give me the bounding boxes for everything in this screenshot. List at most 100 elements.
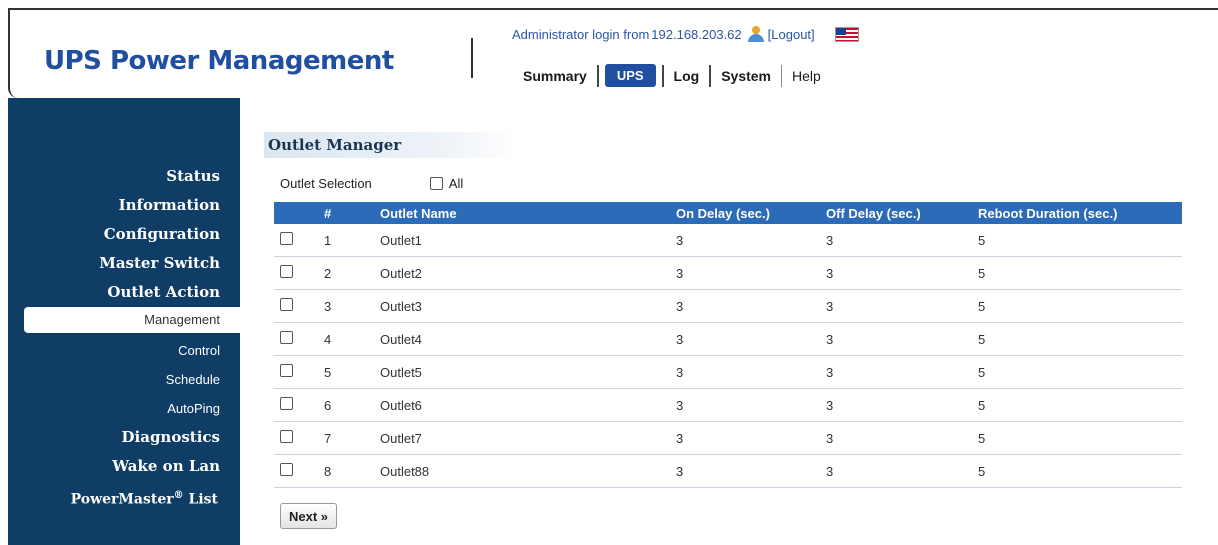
nav-log[interactable]: Log [664, 66, 710, 86]
outlet-name: Outlet4 [374, 322, 670, 356]
reboot-duration: 5 [972, 256, 1182, 290]
login-prefix: Administrator login from [512, 26, 650, 42]
row-checkbox[interactable] [280, 430, 293, 443]
outlet-number: 7 [318, 421, 374, 455]
on-delay: 3 [670, 421, 820, 455]
sidebar-item-wake-on-lan[interactable]: Wake on Lan [8, 452, 240, 481]
sidebar-item-diagnostics[interactable]: Diagnostics [8, 423, 240, 452]
outlet-number: 4 [318, 322, 374, 356]
brand-title: UPS Power Management [44, 46, 394, 76]
off-delay: 3 [820, 322, 972, 356]
outlet-table: # Outlet Name On Delay (sec.) Off Delay … [274, 202, 1182, 488]
off-delay: 3 [820, 224, 972, 257]
on-delay: 3 [670, 355, 820, 389]
outlet-name: Outlet3 [374, 289, 670, 323]
row-checkbox[interactable] [280, 265, 293, 278]
sidebar-item-status[interactable]: Status [8, 162, 240, 191]
select-all-control[interactable]: All [429, 176, 464, 191]
outlet-number: 6 [318, 388, 374, 422]
main-content: Outlet Manager Outlet Selection All # Ou… [240, 98, 1218, 545]
header-select [274, 202, 318, 224]
outlet-number: 5 [318, 355, 374, 389]
table-row[interactable]: 4 Outlet4 3 3 5 [274, 322, 1182, 356]
table-row[interactable]: 2 Outlet2 3 3 5 [274, 256, 1182, 290]
nav-system[interactable]: System [711, 66, 781, 86]
registered-mark: ® [173, 490, 184, 501]
row-checkbox[interactable] [280, 232, 293, 245]
logout-link[interactable]: [Logout] [768, 27, 815, 42]
reboot-duration: 5 [972, 421, 1182, 455]
outlet-name: Outlet2 [374, 256, 670, 290]
sidebar-item-powermaster-list[interactable]: PowerMaster® List [8, 481, 240, 510]
row-checkbox[interactable] [280, 463, 293, 476]
nav-ups[interactable]: UPS [604, 64, 656, 87]
on-delay: 3 [670, 454, 820, 488]
on-delay: 3 [670, 224, 820, 257]
outlet-name: Outlet7 [374, 421, 670, 455]
sidebar: Status Information Configuration Master … [8, 98, 240, 545]
off-delay: 3 [820, 388, 972, 422]
nav-help[interactable]: Help [782, 66, 831, 86]
page-title: Outlet Manager [264, 132, 518, 158]
off-delay: 3 [820, 355, 972, 389]
reboot-duration: 5 [972, 454, 1182, 488]
header-outlet-name: Outlet Name [380, 205, 457, 221]
on-delay: 3 [670, 289, 820, 323]
off-delay: 3 [820, 256, 972, 290]
header-off-delay: Off Delay (sec.) [826, 205, 921, 221]
sidebar-item-master-switch[interactable]: Master Switch [8, 249, 240, 278]
header-divider [471, 38, 473, 78]
sidebar-item-control[interactable]: Control [8, 336, 240, 365]
us-flag-icon[interactable] [834, 26, 859, 42]
header-number: # [324, 205, 332, 221]
outlet-selection-row: Outlet Selection All [280, 176, 463, 191]
outlet-number: 8 [318, 454, 374, 488]
on-delay: 3 [670, 388, 820, 422]
sidebar-item-outlet-action[interactable]: Outlet Action [8, 278, 240, 307]
outlet-selection-label: Outlet Selection [280, 176, 372, 191]
outlet-name: Outlet1 [374, 224, 670, 257]
sidebar-item-information[interactable]: Information [8, 191, 240, 220]
table-row[interactable]: 6 Outlet6 3 3 5 [274, 388, 1182, 422]
table-row[interactable]: 5 Outlet5 3 3 5 [274, 355, 1182, 389]
sidebar-item-management[interactable]: Management [24, 307, 240, 333]
table-row[interactable]: 7 Outlet7 3 3 5 [274, 421, 1182, 455]
table-header-row: # Outlet Name On Delay (sec.) Off Delay … [274, 202, 1182, 224]
nav-separator [596, 64, 599, 87]
reboot-duration: 5 [972, 355, 1182, 389]
header-on-delay: On Delay (sec.) [676, 205, 770, 221]
outlet-name: Outlet6 [374, 388, 670, 422]
header-reboot-duration: Reboot Duration (sec.) [978, 205, 1118, 221]
row-checkbox[interactable] [280, 331, 293, 344]
top-navigation: Summary UPS Log System Help [513, 64, 831, 87]
outlet-number: 2 [318, 256, 374, 290]
nav-summary[interactable]: Summary [513, 66, 597, 86]
outlet-number: 1 [318, 224, 374, 257]
select-all-label: All [448, 176, 464, 191]
outlet-name: Outlet88 [374, 454, 670, 488]
user-icon [747, 26, 765, 42]
login-ip: 192.168.203.62 [651, 26, 742, 42]
powermaster-suffix: List [183, 491, 218, 508]
select-all-checkbox[interactable] [429, 177, 443, 190]
login-info: Administrator login from 192.168.203.62 … [512, 26, 859, 42]
table-row[interactable]: 3 Outlet3 3 3 5 [274, 289, 1182, 323]
row-checkbox[interactable] [280, 397, 293, 410]
row-checkbox[interactable] [280, 298, 293, 311]
next-button[interactable]: Next » [280, 503, 338, 529]
outlet-number: 3 [318, 289, 374, 323]
sidebar-item-configuration[interactable]: Configuration [8, 220, 240, 249]
reboot-duration: 5 [972, 289, 1182, 323]
sidebar-item-schedule[interactable]: Schedule [8, 365, 240, 394]
off-delay: 3 [820, 421, 972, 455]
sidebar-item-autoping[interactable]: AutoPing [8, 394, 240, 423]
reboot-duration: 5 [972, 388, 1182, 422]
table-row[interactable]: 1 Outlet1 3 3 5 [274, 224, 1182, 257]
header: UPS Power Management Administrator login… [8, 8, 1218, 98]
powermaster-label: PowerMaster [70, 491, 174, 508]
row-checkbox[interactable] [280, 364, 293, 377]
on-delay: 3 [670, 322, 820, 356]
reboot-duration: 5 [972, 224, 1182, 257]
table-row[interactable]: 8 Outlet88 3 3 5 [274, 454, 1182, 488]
outlet-name: Outlet5 [374, 355, 670, 389]
